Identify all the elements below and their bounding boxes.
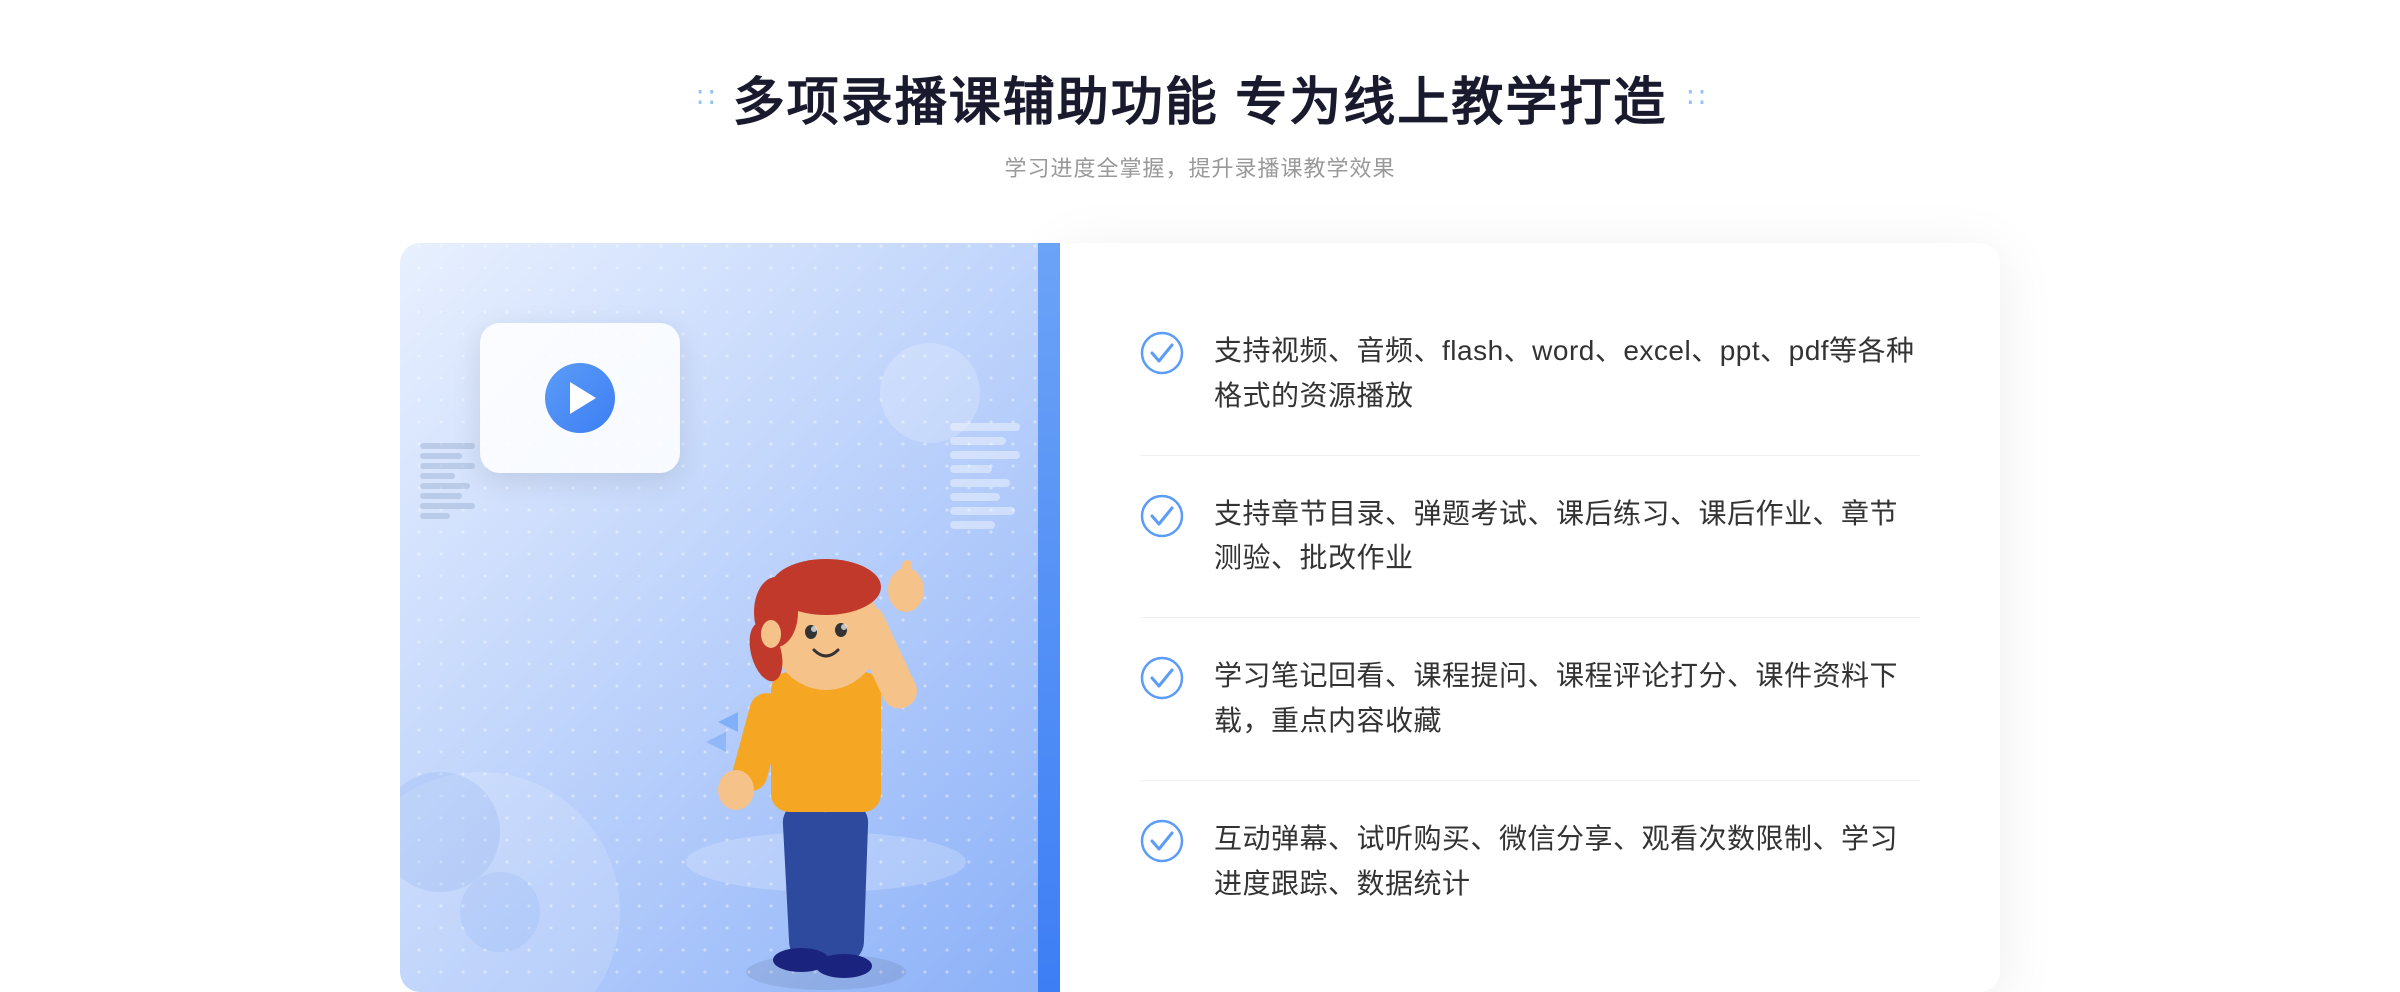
- play-icon: [545, 363, 615, 433]
- left-deco-circle2: [460, 872, 540, 952]
- feature-item-4: 互动弹幕、试听购买、微信分享、观看次数限制、学习进度跟踪、数据统计: [1140, 781, 1920, 943]
- person-illustration: [666, 442, 986, 992]
- page-title: 多项录播课辅助功能 专为线上教学打造: [733, 60, 1667, 135]
- title-row: ∷ 多项录播课辅助功能 专为线上教学打造 ∷: [697, 60, 1703, 135]
- feature-text-2: 支持章节目录、弹题考试、课后练习、课后作业、章节测验、批改作业: [1214, 492, 1920, 582]
- page-wrapper: ∷ 多项录播课辅助功能 专为线上教学打造 ∷ 学习进度全掌握，提升录播课教学效果: [0, 0, 2400, 974]
- left-deco-bars: [420, 443, 480, 519]
- check-icon-1: [1140, 331, 1184, 375]
- illustration-area: [400, 243, 1060, 992]
- check-icon-4: [1140, 819, 1184, 863]
- feature-text-3: 学习笔记回看、课程提问、课程评论打分、课件资料下载，重点内容收藏: [1214, 654, 1920, 744]
- blue-accent-bar: [1038, 243, 1060, 992]
- features-panel: 支持视频、音频、flash、word、excel、ppt、pdf等各种格式的资源…: [1060, 243, 2000, 992]
- header-section: ∷ 多项录播课辅助功能 专为线上教学打造 ∷ 学习进度全掌握，提升录播课教学效果: [697, 60, 1703, 183]
- feature-item-2: 支持章节目录、弹题考试、课后练习、课后作业、章节测验、批改作业: [1140, 456, 1920, 619]
- main-content: 支持视频、音频、flash、word、excel、ppt、pdf等各种格式的资源…: [400, 243, 2000, 992]
- feature-text-4: 互动弹幕、试听购买、微信分享、观看次数限制、学习进度跟踪、数据统计: [1214, 817, 1920, 907]
- page-subtitle: 学习进度全掌握，提升录播课教学效果: [1004, 151, 1395, 183]
- video-bubble: [480, 323, 680, 473]
- feature-text-1: 支持视频、音频、flash、word、excel、ppt、pdf等各种格式的资源…: [1214, 329, 1920, 419]
- check-icon-3: [1140, 656, 1184, 700]
- right-decoration-dots: ∷: [1687, 81, 1703, 114]
- left-decoration-dots: ∷: [697, 81, 713, 114]
- feature-item-3: 学习笔记回看、课程提问、课程评论打分、课件资料下载，重点内容收藏: [1140, 618, 1920, 781]
- play-triangle: [570, 382, 596, 414]
- check-icon-2: [1140, 494, 1184, 538]
- feature-item-1: 支持视频、音频、flash、word、excel、ppt、pdf等各种格式的资源…: [1140, 293, 1920, 456]
- figure-container: [666, 442, 986, 992]
